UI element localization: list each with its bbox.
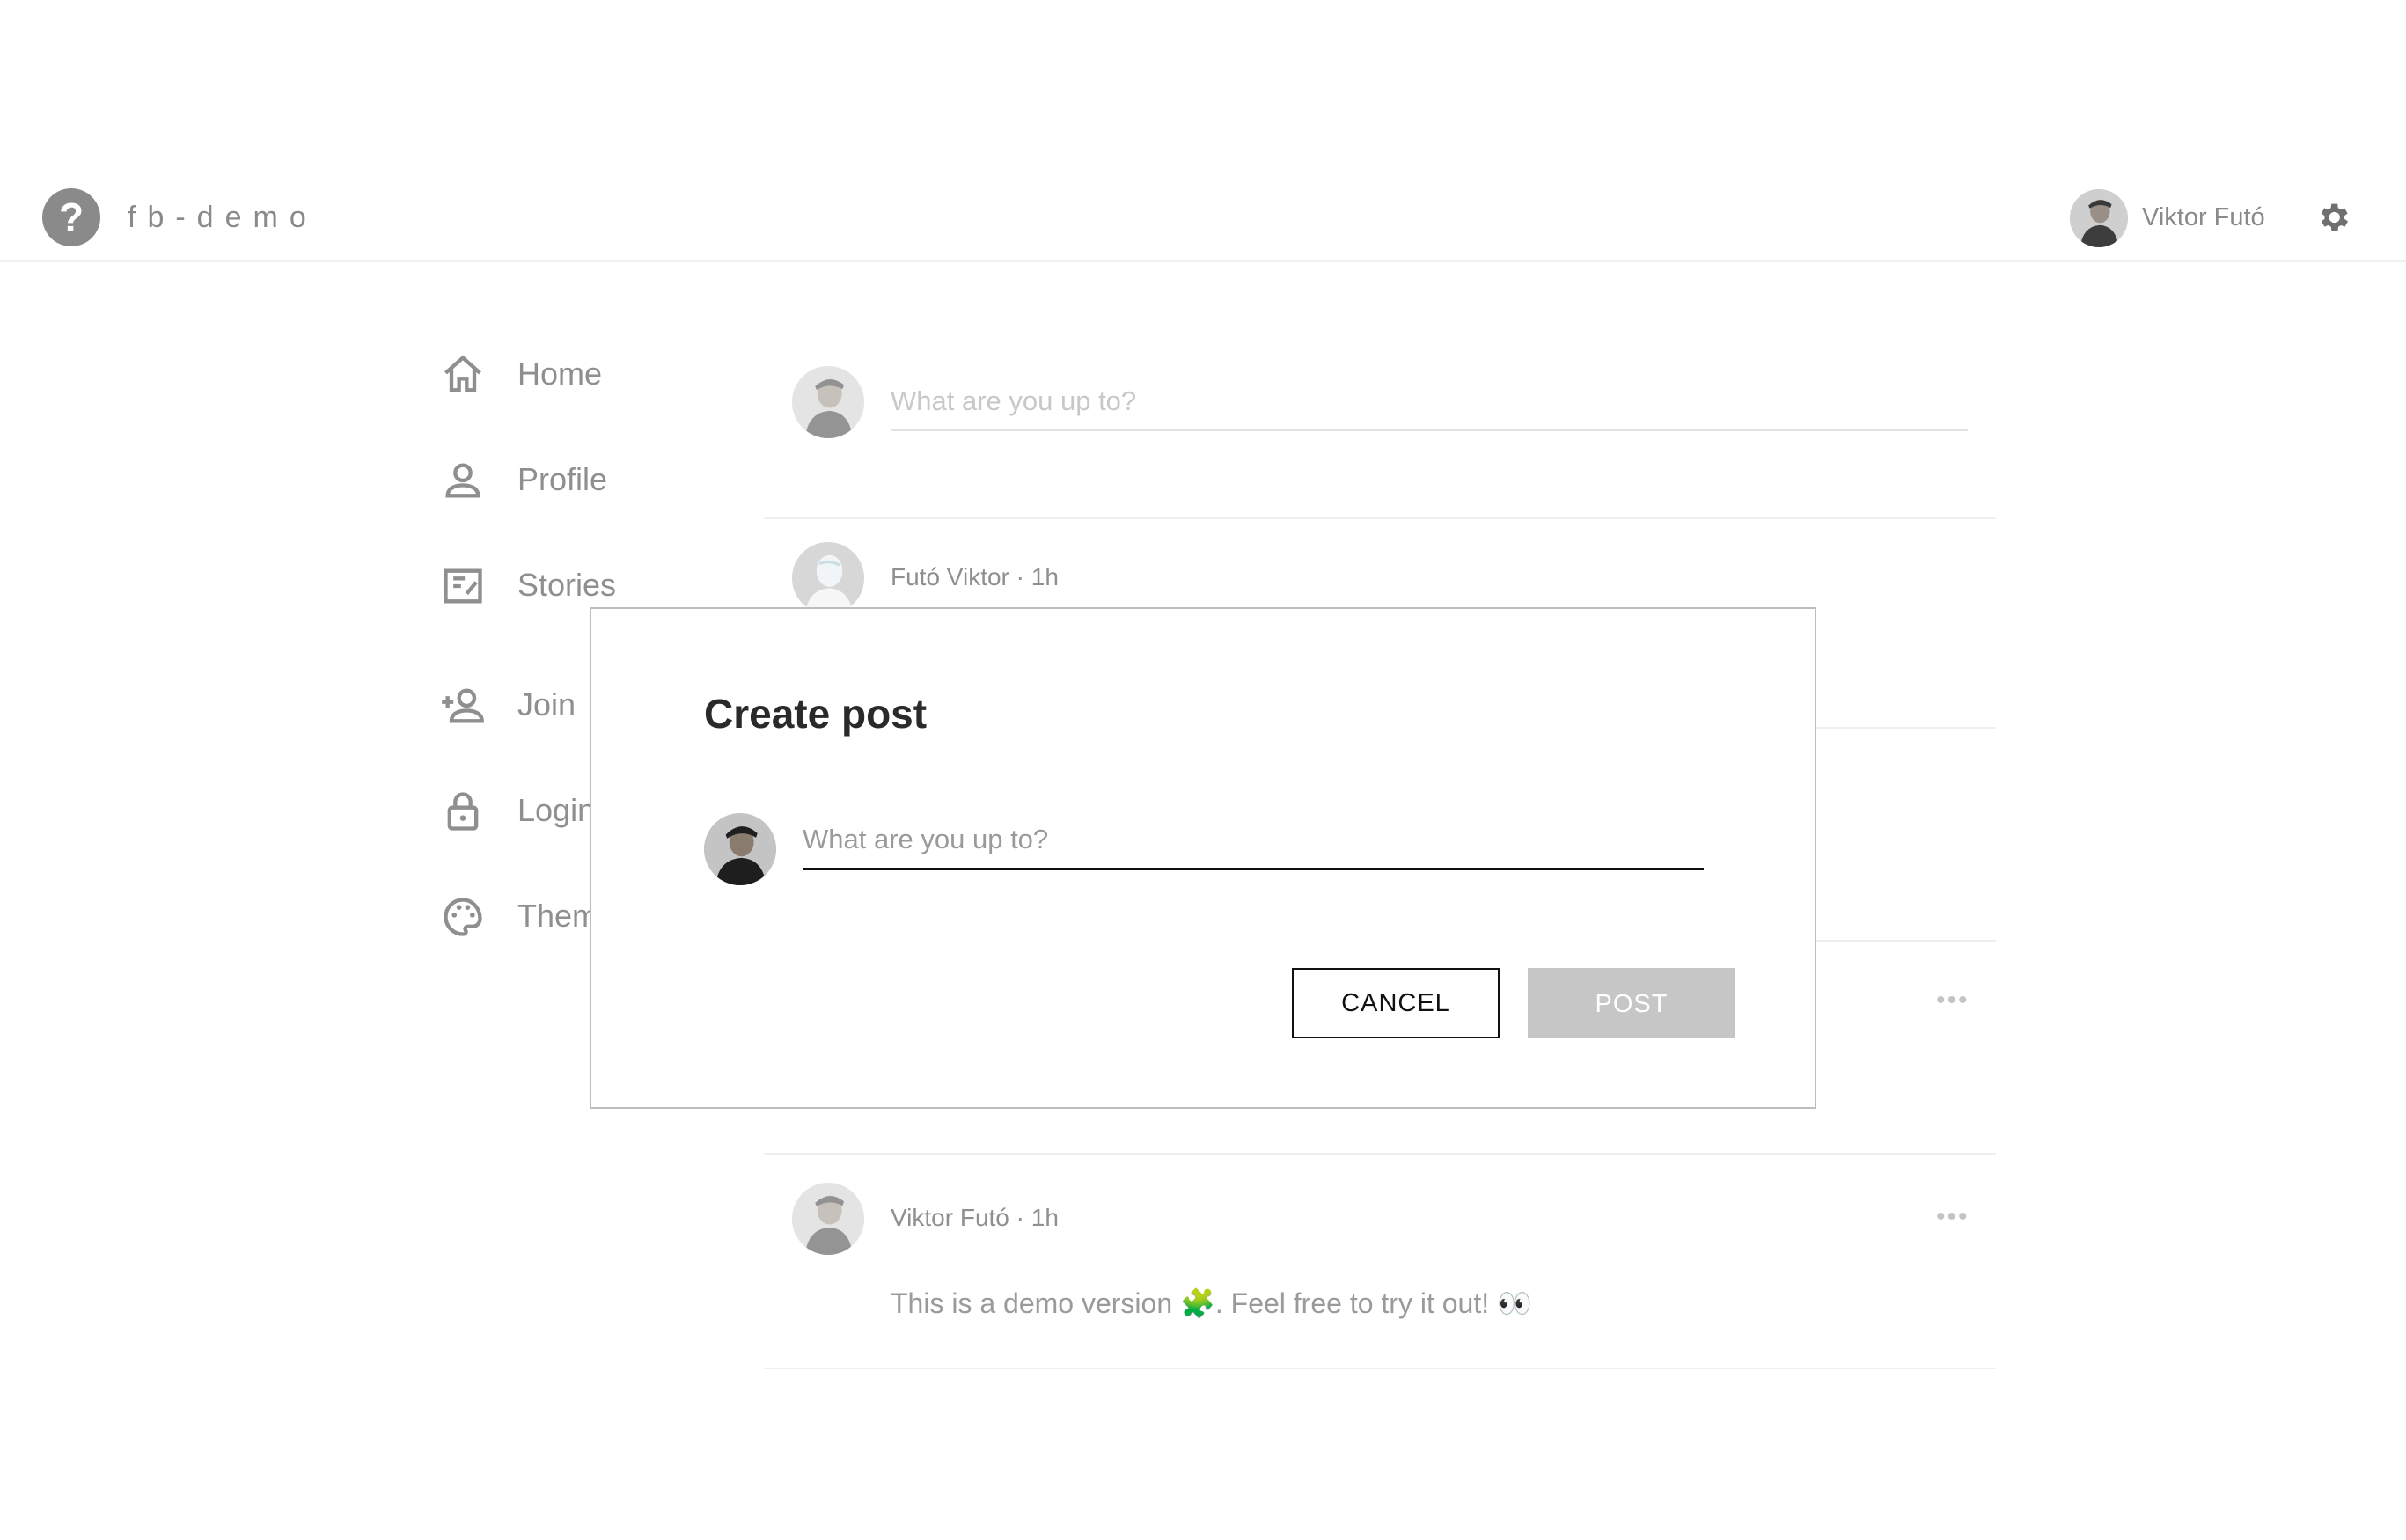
feed-composer-input[interactable]: What are you up to? xyxy=(891,385,1968,431)
post-more-icon[interactable]: ••• xyxy=(1936,1202,1970,1232)
top-bar: ? fb-demo Viktor Futó xyxy=(0,176,2406,262)
avatar xyxy=(792,366,864,438)
post-text-input[interactable]: What are you up to? xyxy=(803,824,1704,870)
home-icon xyxy=(440,352,486,398)
avatar xyxy=(792,1183,864,1255)
settings-gear-icon[interactable] xyxy=(2314,199,2351,236)
sidebar-item-home[interactable]: Home xyxy=(440,343,704,405)
avatar xyxy=(704,813,776,885)
stories-icon xyxy=(440,563,486,609)
sidebar-item-label: Home xyxy=(517,356,603,392)
post-card: Viktor Futó · 1h ••• This is a demo vers… xyxy=(764,1153,1996,1369)
post-button[interactable]: POST xyxy=(1528,968,1735,1038)
post-author-meta: Futó Viktor · 1h xyxy=(891,563,1059,590)
avatar xyxy=(2070,189,2128,247)
sidebar-item-label: Stories xyxy=(517,567,617,603)
post-author-meta: Viktor Futó · 1h xyxy=(891,1204,1059,1231)
dialog-title: Create post xyxy=(704,691,928,737)
person-icon xyxy=(440,458,486,503)
cancel-button[interactable]: CANCEL xyxy=(1292,968,1500,1038)
sidebar-item-label: Profile xyxy=(517,461,608,497)
sidebar-item-profile[interactable]: Profile xyxy=(440,449,704,510)
feed-composer: What are you up to? xyxy=(764,359,1996,519)
person-add-icon xyxy=(440,683,486,729)
sidebar-item-label: Join xyxy=(517,686,576,722)
post-more-icon[interactable]: ••• xyxy=(1936,986,1970,1016)
page: ? fb-demo Viktor Futó Home Profile Stori… xyxy=(0,0,2406,1540)
help-logo-icon[interactable]: ? xyxy=(42,188,100,246)
post-body: This is a demo version 🧩. Feel free to t… xyxy=(891,1287,1532,1319)
sidebar-item-label: Login xyxy=(517,792,596,828)
palette-icon xyxy=(440,894,486,940)
avatar xyxy=(792,542,864,614)
lock-icon xyxy=(440,788,486,834)
header-user-name: Viktor Futó xyxy=(2142,203,2265,231)
brand-name[interactable]: fb-demo xyxy=(128,201,318,235)
create-post-dialog: Create post What are you up to? CANCEL P… xyxy=(590,607,1816,1109)
